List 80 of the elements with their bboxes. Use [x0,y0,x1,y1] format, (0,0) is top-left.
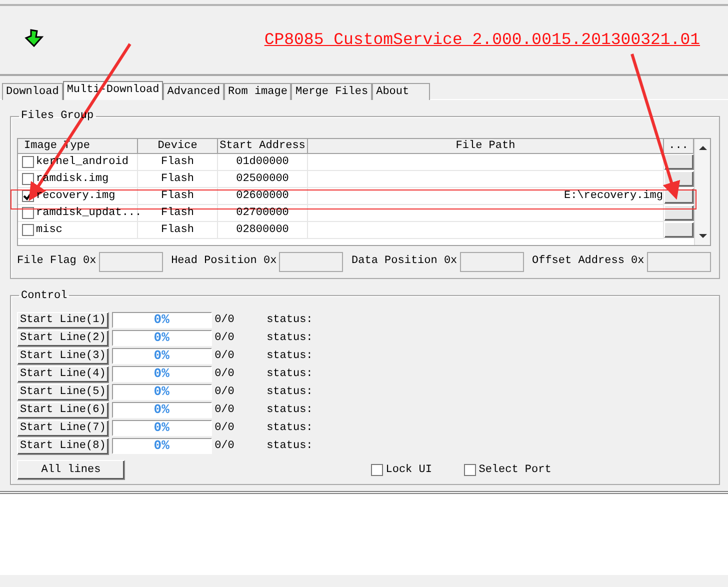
arrow-down-icon [24,28,44,48]
table-cell-text: recovery.img [36,189,116,204]
scroll-up-icon[interactable] [698,145,706,151]
table-cell: Flash [160,173,194,185]
field-label: File Flag 0x [17,254,96,270]
percent-text: 0% [154,403,170,417]
input-field[interactable] [98,252,163,272]
start-line-button[interactable]: Start Line(7) [17,420,109,436]
status-label: status: [266,312,313,328]
table-cell: 02500000 [236,173,289,185]
group-label: Control [20,290,68,302]
percent-text: 0% [154,439,170,453]
checkbox[interactable] [371,464,383,476]
scroll-down-icon[interactable] [698,233,706,239]
status-label: status: [266,420,313,436]
table-cell: Flash [160,190,194,202]
checkbox-label: Lock UI [386,462,432,478]
table-cell-text: misc [36,223,62,238]
checkbox[interactable] [464,464,476,476]
percent-text: 0% [154,421,170,435]
tab[interactable]: Merge Files [291,83,372,100]
column-header[interactable]: ... [664,139,694,154]
count-text: 0/0 [214,438,236,454]
start-line-button[interactable]: Start Line(2) [17,330,109,346]
checkbox-label: Select Port [478,462,552,478]
input-field[interactable] [646,252,711,272]
column-header[interactable]: File Path [308,139,664,154]
browse-button[interactable] [664,154,694,170]
start-line-button[interactable]: Start Line(3) [17,348,109,364]
status-label: status: [266,348,313,364]
checkbox[interactable] [22,207,34,219]
field-label: Offset Address 0x [532,254,644,270]
table-cell: 01d00000 [236,156,289,168]
column-header[interactable]: Device [138,139,218,154]
table-cell: Flash [160,224,194,236]
percent-text: 0% [154,385,170,399]
browse-button[interactable] [664,205,694,221]
scrollbar[interactable] [694,139,710,245]
checkbox[interactable] [22,224,34,236]
start-line-button[interactable]: Start Line(5) [17,384,109,400]
checkbox[interactable] [22,173,34,185]
table-cell: 02700000 [236,207,289,219]
count-text: 0/0 [214,384,236,400]
input-field[interactable] [460,252,524,272]
start-line-button[interactable]: Start Line(4) [17,366,109,382]
status-label: status: [266,402,313,418]
field-label: Data Position 0x [352,254,458,270]
browse-button[interactable] [664,222,694,238]
field-label: Head Position 0x [171,254,277,270]
input-field[interactable] [279,252,344,272]
checkbox[interactable] [22,156,34,168]
table-cell-text: ramdisk_updat... [36,206,142,221]
table-cell: Flash [160,156,194,168]
start-line-button[interactable]: Start Line(8) [17,438,109,454]
tab[interactable]: Download [2,83,63,100]
count-text: 0/0 [214,402,236,418]
count-text: 0/0 [214,420,236,436]
status-label: status: [266,438,313,454]
percent-text: 0% [154,367,170,381]
start-line-button[interactable]: Start Line(1) [17,312,109,328]
count-text: 0/0 [214,330,236,346]
tab[interactable]: About [372,83,430,100]
count-text: 0/0 [214,312,236,328]
table-cell: E:\recovery.img [564,190,663,202]
table-cell: 02600000 [236,190,289,202]
table-cell: Flash [160,207,194,219]
tab[interactable]: Advanced [163,83,224,100]
table-cell: 02800000 [236,224,289,236]
status-label: status: [266,330,313,346]
percent-text: 0% [154,349,170,363]
count-text: 0/0 [214,348,236,364]
count-text: 0/0 [214,366,236,382]
percent-text: 0% [154,313,170,327]
status-label: status: [266,384,313,400]
column-header[interactable]: Start Address [218,139,308,154]
start-line-button[interactable]: Start Line(6) [17,402,109,418]
percent-text: 0% [154,331,170,345]
status-label: status: [266,366,313,382]
tab[interactable]: Rom image [224,83,292,100]
all-lines-button[interactable]: All lines [17,460,125,480]
